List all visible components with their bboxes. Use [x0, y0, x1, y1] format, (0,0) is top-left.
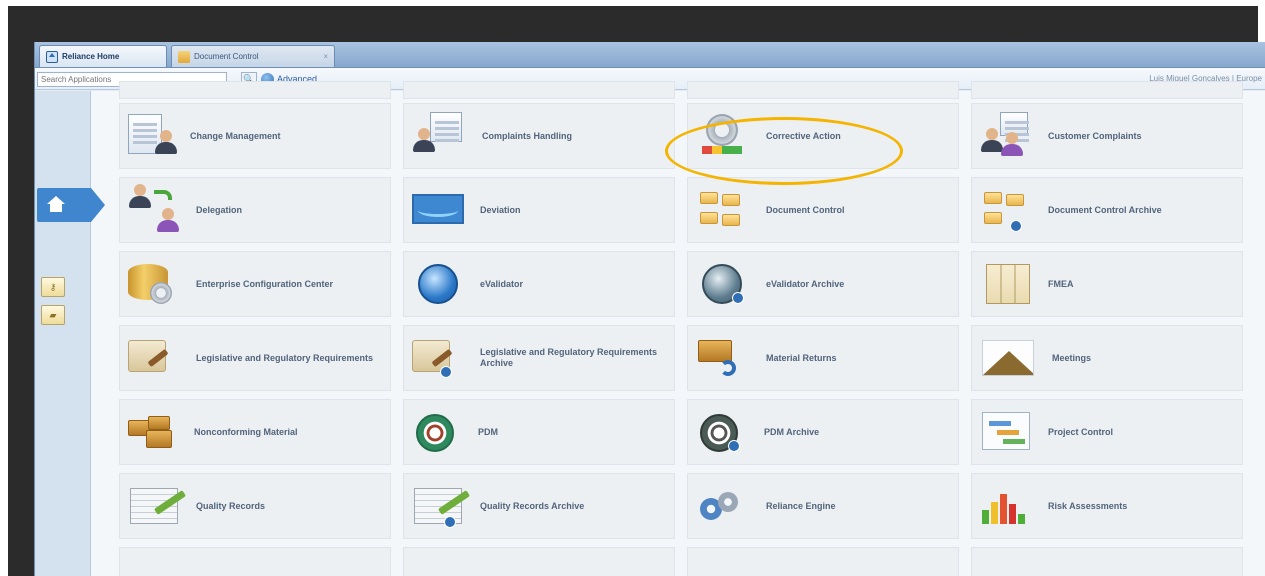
legislative-icon: [128, 340, 166, 372]
person-icon: [412, 128, 436, 152]
app-tile-partial[interactable]: [687, 547, 959, 576]
app-label: Meetings: [1052, 352, 1092, 363]
deviation-icon: [412, 194, 464, 224]
archive-badge-icon: [444, 516, 456, 528]
person-icon: [128, 184, 152, 208]
highlight-ellipse: [665, 117, 903, 185]
app-label: Risk Assessments: [1048, 500, 1128, 511]
app-label: Delegation: [196, 204, 243, 215]
app-tile-partial[interactable]: [119, 547, 391, 576]
folder-icon: [178, 50, 190, 63]
app-tile-reliance-engine[interactable]: Reliance Engine: [687, 473, 959, 539]
app-label: Document Control: [766, 204, 845, 215]
app-label: Quality Records Archive: [480, 500, 585, 511]
app-label: Enterprise Configuration Center: [196, 278, 334, 289]
sidebar: ⚷ ▰: [35, 91, 91, 576]
tab-label: Reliance Home: [62, 52, 120, 61]
screenshot-frame: Reliance Home Document Control × 🔍 Advan…: [8, 6, 1265, 576]
tab-bar: Reliance Home Document Control ×: [35, 42, 1265, 68]
evalidator-icon: [418, 264, 458, 304]
document-control-icon: [700, 192, 744, 228]
app-tile-partial[interactable]: [971, 547, 1243, 576]
person-icon: [156, 208, 180, 232]
archive-badge-icon: [1010, 220, 1022, 232]
reliance-window: Reliance Home Document Control × 🔍 Advan…: [34, 42, 1265, 576]
app-tile-document-control-archive[interactable]: Document Control Archive: [971, 177, 1243, 243]
app-tile-quality-records[interactable]: Quality Records: [119, 473, 391, 539]
app-tile-pdm-archive[interactable]: PDM Archive: [687, 399, 959, 465]
app-tile-fmea[interactable]: FMEA: [971, 251, 1243, 317]
app-label: PDM: [478, 426, 498, 437]
app-tile-customer-complaints[interactable]: Customer Complaints: [971, 103, 1243, 169]
sidebar-item-folder[interactable]: ▰: [41, 305, 65, 325]
app-tile-change-management[interactable]: Change Management: [119, 103, 391, 169]
app-label: FMEA: [1048, 278, 1074, 289]
pdm-icon: [416, 414, 454, 452]
app-tile-nonconforming-material[interactable]: Nonconforming Material: [119, 399, 391, 465]
tab-reliance-home[interactable]: Reliance Home: [39, 45, 167, 67]
app-tile-deviation[interactable]: Deviation: [403, 177, 675, 243]
app-label: Document Control Archive: [1048, 204, 1162, 215]
app-tile-partial[interactable]: [971, 81, 1243, 99]
app-tile-meetings[interactable]: Meetings: [971, 325, 1243, 391]
app-tile-partial[interactable]: [403, 81, 675, 99]
app-tile-material-returns[interactable]: Material Returns: [687, 325, 959, 391]
app-tile-partial[interactable]: [403, 547, 675, 576]
app-tile-complaints-handling[interactable]: Complaints Handling: [403, 103, 675, 169]
app-label: Legislative and Regulatory Requirements …: [480, 347, 658, 368]
app-tile-legislative[interactable]: Legislative and Regulatory Requirements: [119, 325, 391, 391]
risk-assessments-icon: [982, 486, 1032, 524]
app-label: eValidator Archive: [766, 278, 845, 289]
delegation-icon: [154, 190, 172, 200]
app-label: Material Returns: [766, 352, 837, 363]
gear-icon: [150, 282, 172, 304]
app-label: eValidator: [480, 278, 524, 289]
app-label: Legislative and Regulatory Requirements: [196, 352, 374, 363]
project-control-icon: [982, 412, 1030, 450]
app-label: Deviation: [480, 204, 521, 215]
close-icon[interactable]: ×: [323, 52, 328, 61]
app-label: Complaints Handling: [482, 130, 572, 141]
app-tile-partial[interactable]: [119, 81, 391, 99]
person-icon: [154, 130, 178, 154]
app-tile-project-control[interactable]: Project Control: [971, 399, 1243, 465]
home-icon: [47, 196, 65, 212]
app-tile-risk-assessments[interactable]: Risk Assessments: [971, 473, 1243, 539]
app-tile-pdm[interactable]: PDM: [403, 399, 675, 465]
tab-label: Document Control: [194, 52, 259, 61]
app-tile-delegation[interactable]: Delegation: [119, 177, 391, 243]
archive-badge-icon: [728, 440, 740, 452]
sidebar-item-home[interactable]: [37, 188, 107, 222]
person-icon: [1000, 132, 1024, 156]
app-label: PDM Archive: [764, 426, 820, 437]
meetings-icon: [982, 340, 1034, 376]
app-tile-legislative-archive[interactable]: Legislative and Regulatory Requirements …: [403, 325, 675, 391]
app-label: Change Management: [190, 130, 281, 141]
app-label: Nonconforming Material: [194, 426, 298, 437]
reliance-engine-icon: [700, 492, 744, 522]
quality-records-icon: [130, 488, 178, 524]
app-label: Customer Complaints: [1048, 130, 1142, 141]
app-tile-evalidator[interactable]: eValidator: [403, 251, 675, 317]
app-label: Project Control: [1048, 426, 1114, 437]
app-label: Quality Records: [196, 500, 266, 511]
archive-badge-icon: [732, 292, 744, 304]
archive-badge-icon: [440, 366, 452, 378]
app-tile-document-control[interactable]: Document Control: [687, 177, 959, 243]
home-icon: [46, 50, 58, 63]
app-tile-partial[interactable]: [687, 81, 959, 99]
app-tile-quality-records-archive[interactable]: Quality Records Archive: [403, 473, 675, 539]
fmea-icon: [986, 264, 1030, 304]
app-label: Reliance Engine: [766, 500, 836, 511]
return-arrow-icon: [720, 360, 736, 376]
nonconforming-material-icon: [128, 416, 176, 450]
tab-document-control[interactable]: Document Control ×: [171, 45, 335, 67]
app-tile-evalidator-archive[interactable]: eValidator Archive: [687, 251, 959, 317]
app-tile-enterprise-configuration[interactable]: Enterprise Configuration Center: [119, 251, 391, 317]
sidebar-item-key[interactable]: ⚷: [41, 277, 65, 297]
